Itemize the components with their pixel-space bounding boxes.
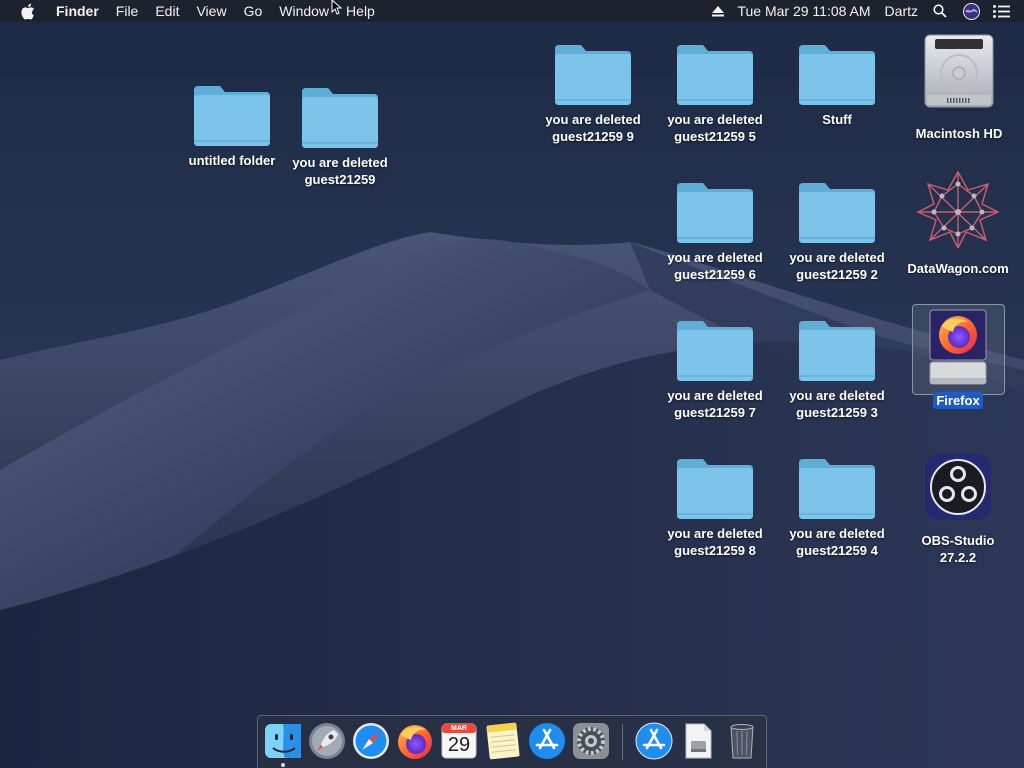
desktop-macintosh-hd[interactable]: Macintosh HD: [904, 33, 1014, 142]
folder-icon: [677, 459, 753, 519]
firefox-icon: [398, 725, 432, 759]
safari-compass-icon: [353, 723, 389, 759]
dock: MAR 29: [257, 715, 767, 768]
folder-icon: [677, 45, 753, 105]
notification-center-icon[interactable]: [992, 4, 1010, 18]
menu-file[interactable]: File: [116, 0, 139, 22]
menu-help[interactable]: Help: [346, 0, 375, 22]
desktop-icon-label: untitled folder: [188, 153, 276, 168]
desktop-icon-label: DataWagon.com: [907, 261, 1009, 276]
calendar-month: MAR: [451, 725, 467, 732]
dock-trash[interactable]: [722, 721, 762, 761]
menu-user[interactable]: Dartz: [885, 0, 918, 22]
gear-icon: [573, 723, 609, 759]
dock-divider: [622, 724, 623, 760]
eject-icon[interactable]: [711, 5, 725, 17]
folder-icon: [799, 183, 875, 243]
dock-system-preferences[interactable]: [571, 721, 611, 761]
desktop-folder-stuff[interactable]: Stuff: [782, 43, 892, 128]
launchpad-rocket-icon: [309, 723, 345, 759]
trash-icon: [730, 724, 754, 759]
desktop-folder-deleted-2[interactable]: you are deleted guest21259 2: [782, 181, 892, 283]
menu-window[interactable]: Window: [279, 0, 329, 22]
folder-icon: [194, 86, 270, 146]
desktop-icon-label-selected: Firefox: [933, 392, 983, 409]
dock-launchpad[interactable]: [307, 721, 347, 761]
desktop-icon-label: you are deleted guest21259 7: [667, 388, 763, 420]
notes-icon: [486, 722, 520, 760]
desktop-obs-studio[interactable]: OBS-Studio 27.2.2: [903, 452, 1013, 566]
desktop-icon-label: you are deleted guest21259 2: [789, 250, 885, 282]
desktop-folder-deleted-6[interactable]: you are deleted guest21259 6: [660, 181, 770, 283]
dock-finder[interactable]: [263, 721, 303, 761]
disk-image-document-icon: [685, 723, 712, 759]
menu-view[interactable]: View: [196, 0, 226, 22]
finder-icon: [265, 724, 301, 758]
desktop-folder-deleted-9[interactable]: you are deleted guest21259 9: [538, 43, 648, 145]
dock-running-indicator: [281, 763, 285, 767]
desktop-folder-deleted[interactable]: you are deleted guest21259: [285, 86, 395, 188]
mouse-cursor: [331, 0, 343, 21]
dock-app-store[interactable]: [527, 721, 567, 761]
app-store-icon: [529, 723, 565, 759]
folder-icon: [799, 321, 875, 381]
hard-drive-icon: [924, 34, 994, 108]
desktop-folder-deleted-8[interactable]: you are deleted guest21259 8: [660, 457, 770, 559]
dock-downloads-stack[interactable]: [634, 721, 674, 761]
desktop-icon-label: OBS-Studio 27.2.2: [921, 533, 995, 565]
apple-menu-icon[interactable]: [20, 3, 38, 19]
desktop-icon-label: you are deleted guest21259 6: [667, 250, 763, 282]
desktop-icon-label: Macintosh HD: [915, 126, 1003, 141]
menu-finder[interactable]: Finder: [56, 0, 99, 22]
desktop-folder-deleted-3[interactable]: you are deleted guest21259 3: [782, 319, 892, 421]
dock-notes[interactable]: [483, 721, 523, 761]
desktop-icon-label: you are deleted guest21259 3: [789, 388, 885, 420]
desktop-icon-label: you are deleted guest21259 4: [789, 526, 885, 558]
dock-safari[interactable]: [351, 721, 391, 761]
firefox-disk-image-icon: [929, 309, 987, 385]
desktop-icon-label: you are deleted guest21259 9: [545, 112, 641, 144]
obs-studio-icon: [925, 454, 991, 520]
app-store-icon: [635, 722, 673, 760]
menu-clock[interactable]: Tue Mar 29 11:08 AM: [737, 0, 870, 22]
desktop-folder-deleted-4[interactable]: you are deleted guest21259 4: [782, 457, 892, 559]
folder-icon: [799, 45, 875, 105]
desktop-firefox-installer[interactable]: Firefox: [903, 308, 1013, 409]
desktop-folder-deleted-5[interactable]: you are deleted guest21259 5: [660, 43, 770, 145]
desktop-icon-label: Stuff: [822, 112, 852, 127]
siri-icon[interactable]: [962, 2, 980, 20]
spotlight-search-icon[interactable]: [932, 4, 948, 18]
calendar-day: 29: [447, 734, 471, 756]
dock-document-stack[interactable]: [678, 721, 718, 761]
menu-bar: Finder File Edit View Go Window Help Tue…: [0, 0, 1024, 22]
desktop-datawagon[interactable]: DataWagon.com: [903, 170, 1013, 277]
dock-firefox[interactable]: [395, 721, 435, 761]
datawagon-network-icon: [916, 170, 1000, 248]
folder-icon: [677, 321, 753, 381]
folder-icon: [799, 459, 875, 519]
desktop-icon-label: you are deleted guest21259: [292, 155, 388, 187]
desktop-folder-untitled[interactable]: untitled folder: [177, 84, 287, 169]
folder-icon: [677, 183, 753, 243]
desktop-icon-label: you are deleted guest21259 8: [667, 526, 763, 558]
folder-icon: [555, 45, 631, 105]
folder-icon: [302, 88, 378, 148]
desktop-icon-label: you are deleted guest21259 5: [667, 112, 763, 144]
menu-go[interactable]: Go: [244, 0, 263, 22]
desktop-folder-deleted-7[interactable]: you are deleted guest21259 7: [660, 319, 770, 421]
dock-calendar[interactable]: MAR 29: [439, 721, 479, 761]
menu-edit[interactable]: Edit: [155, 0, 179, 22]
